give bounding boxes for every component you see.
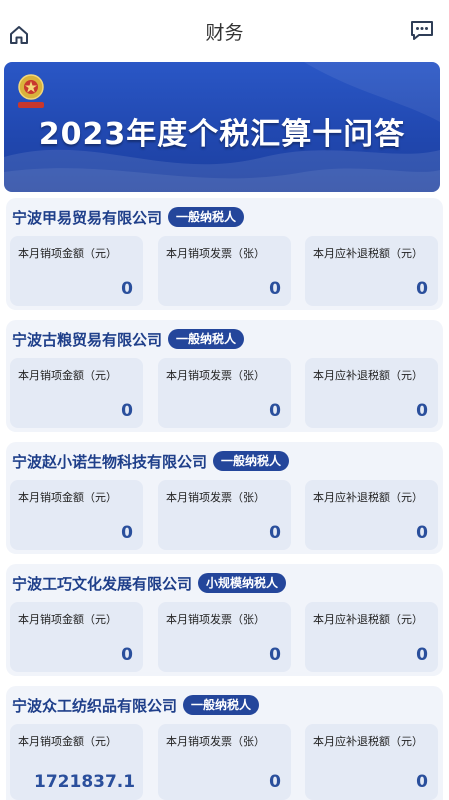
banner-carousel[interactable]: 2023年度个税汇算十问答 <box>4 62 440 192</box>
stat-value: 0 <box>269 645 281 665</box>
stat-label: 本月销项金额（元） <box>18 247 117 260</box>
tax-type-badge: 一般纳税人 <box>213 451 290 471</box>
company-header: 宁波古粮贸易有限公司 一般纳税人 <box>12 326 245 352</box>
stat-value: 0 <box>269 401 281 421</box>
stat-value: 0 <box>416 401 428 421</box>
stat-label: 本月应补退税额（元） <box>313 491 423 504</box>
stat-value: 1721837.1 <box>34 772 136 792</box>
stat-tax-due[interactable]: 本月应补退税额（元） 0 <box>305 358 438 428</box>
stat-invoice-count[interactable]: 本月销项发票（张） 0 <box>158 358 291 428</box>
tax-type-badge: 一般纳税人 <box>183 695 260 715</box>
stat-label: 本月销项发票（张） <box>166 735 265 748</box>
stat-invoice-count[interactable]: 本月销项发票（张） 0 <box>158 602 291 672</box>
company-card[interactable]: 宁波赵小诺生物科技有限公司 一般纳税人 本月销项金额（元） 0 本月销项发票（张… <box>6 442 443 554</box>
stat-label: 本月销项金额（元） <box>18 613 117 626</box>
stat-label: 本月销项发票（张） <box>166 613 265 626</box>
company-name: 宁波甲易贸易有限公司 <box>12 208 163 227</box>
stat-value: 0 <box>416 645 428 665</box>
company-header: 宁波甲易贸易有限公司 一般纳税人 <box>12 204 245 230</box>
tax-type-badge: 小规模纳税人 <box>198 573 287 593</box>
company-header: 宁波赵小诺生物科技有限公司 一般纳税人 <box>12 448 290 474</box>
company-name: 宁波工巧文化发展有限公司 <box>12 574 193 593</box>
stat-value: 0 <box>121 645 133 665</box>
stat-value: 0 <box>269 772 281 792</box>
stat-tax-due[interactable]: 本月应补退税额（元） 0 <box>305 480 438 550</box>
stat-tax-due[interactable]: 本月应补退税额（元） 0 <box>305 724 438 800</box>
tax-emblem-icon <box>18 74 44 108</box>
stat-value: 0 <box>121 523 133 543</box>
company-name: 宁波赵小诺生物科技有限公司 <box>12 452 208 471</box>
stat-value: 0 <box>121 279 133 299</box>
stat-invoice-count[interactable]: 本月销项发票（张） 0 <box>158 724 291 800</box>
tax-type-badge: 一般纳税人 <box>168 329 245 349</box>
stat-invoice-count[interactable]: 本月销项发票（张） 0 <box>158 236 291 306</box>
page-title: 财务 <box>205 22 244 44</box>
company-name: 宁波众工纺织品有限公司 <box>12 696 178 715</box>
stat-value: 0 <box>269 523 281 543</box>
banner-title: 2023年度个税汇算十问答 <box>38 117 406 152</box>
app-header: 财务 <box>0 0 449 58</box>
company-card[interactable]: 宁波工巧文化发展有限公司 小规模纳税人 本月销项金额（元） 0 本月销项发票（张… <box>6 564 443 676</box>
stat-value: 0 <box>121 401 133 421</box>
stat-tax-due[interactable]: 本月应补退税额（元） 0 <box>305 602 438 672</box>
stat-sales-amount[interactable]: 本月销项金额（元） 0 <box>10 602 143 672</box>
stat-sales-amount[interactable]: 本月销项金额（元） 0 <box>10 358 143 428</box>
stat-sales-amount[interactable]: 本月销项金额（元） 0 <box>10 480 143 550</box>
stat-sales-amount[interactable]: 本月销项金额（元） 1721837.1 <box>10 724 143 800</box>
company-header: 宁波众工纺织品有限公司 一般纳税人 <box>12 692 260 718</box>
stat-label: 本月销项发票（张） <box>166 369 265 382</box>
stat-label: 本月应补退税额（元） <box>313 247 423 260</box>
message-icon[interactable] <box>409 19 435 41</box>
stat-label: 本月应补退税额（元） <box>313 613 423 626</box>
stat-label: 本月销项金额（元） <box>18 491 117 504</box>
company-header: 宁波工巧文化发展有限公司 小规模纳税人 <box>12 570 287 596</box>
stat-label: 本月销项金额（元） <box>18 369 117 382</box>
tax-type-badge: 一般纳税人 <box>168 207 245 227</box>
stat-label: 本月销项发票（张） <box>166 247 265 260</box>
stat-value: 0 <box>416 772 428 792</box>
stat-value: 0 <box>269 279 281 299</box>
company-card[interactable]: 宁波古粮贸易有限公司 一般纳税人 本月销项金额（元） 0 本月销项发票（张） 0… <box>6 320 443 432</box>
stat-label: 本月应补退税额（元） <box>313 735 423 748</box>
company-card[interactable]: 宁波甲易贸易有限公司 一般纳税人 本月销项金额（元） 0 本月销项发票（张） 0… <box>6 198 443 310</box>
company-card[interactable]: 宁波众工纺织品有限公司 一般纳税人 本月销项金额（元） 1721837.1 本月… <box>6 686 443 800</box>
stat-label: 本月应补退税额（元） <box>313 369 423 382</box>
company-name: 宁波古粮贸易有限公司 <box>12 330 163 349</box>
stat-label: 本月销项金额（元） <box>18 735 117 748</box>
stat-invoice-count[interactable]: 本月销项发票（张） 0 <box>158 480 291 550</box>
stat-label: 本月销项发票（张） <box>166 491 265 504</box>
stat-sales-amount[interactable]: 本月销项金额（元） 0 <box>10 236 143 306</box>
stat-value: 0 <box>416 279 428 299</box>
stat-value: 0 <box>416 523 428 543</box>
stat-tax-due[interactable]: 本月应补退税额（元） 0 <box>305 236 438 306</box>
